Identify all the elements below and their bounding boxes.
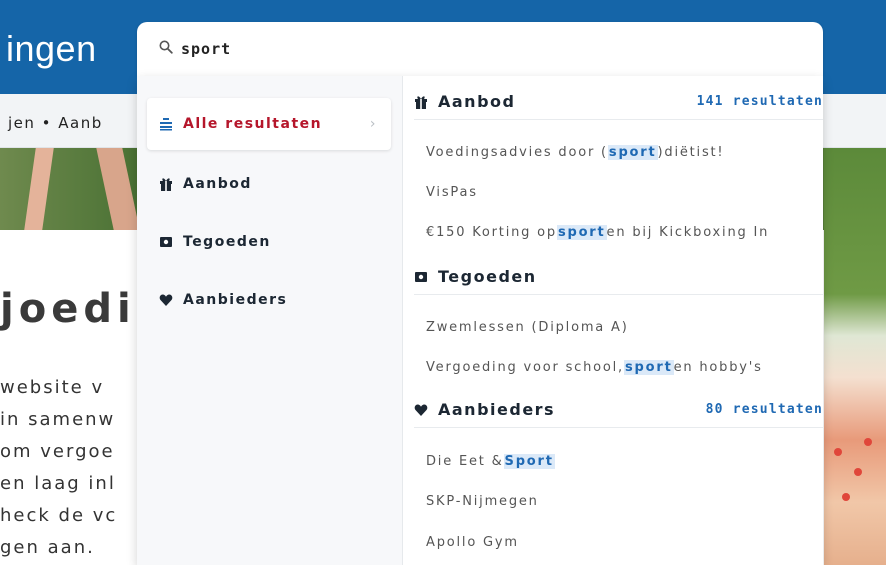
wallet-icon (160, 237, 172, 247)
heart-icon (414, 403, 428, 416)
result-item[interactable]: Voedingsadvies door (sport)diëtist! (426, 137, 823, 167)
result-text: €150 Korting op (426, 224, 557, 240)
section-count-link[interactable]: 141 resultaten (697, 94, 823, 109)
category-aanbieders[interactable]: Aanbieders (147, 274, 391, 326)
result-item[interactable]: Die Eet & Sport (426, 446, 823, 476)
result-item[interactable]: Apollo Gym (426, 527, 823, 557)
search-results-dropdown: Alle resultaten › Aanbod Tegoeden Aanbie… (137, 76, 823, 565)
result-item[interactable]: €150 Korting op sport en bij Kickboxing I… (426, 217, 823, 247)
section-header-aanbieders: Aanbieders 80 resultaten (414, 392, 823, 428)
result-item[interactable]: SKP-Nijmegen (426, 486, 823, 516)
result-highlight: sport (556, 224, 607, 240)
result-text: Zwemlessen (Diploma A) (426, 319, 629, 335)
result-text: en hobby's (673, 359, 763, 375)
result-highlight: Sport (503, 453, 555, 469)
site-title[interactable]: ingen (6, 28, 97, 70)
result-text: )diëtist! (657, 144, 725, 160)
section-title: Tegoeden (438, 267, 537, 286)
photo-detail (854, 468, 862, 476)
section-header-tegoeden: Tegoeden (414, 259, 823, 295)
intro-line: in samenw (0, 409, 116, 430)
result-text: Voedingsadvies door ( (426, 144, 608, 160)
result-highlight: sport (623, 359, 674, 375)
search-input[interactable] (181, 38, 781, 60)
category-label: Aanbieders (183, 292, 288, 308)
gift-icon (415, 95, 427, 109)
intro-line: gen aan. (0, 537, 95, 558)
gift-icon (160, 178, 172, 191)
result-text: Die Eet & (426, 453, 504, 469)
results-list: Aanbod 141 resultaten Voedingsadvies doo… (404, 76, 823, 565)
result-item[interactable]: Zwemlessen (Diploma A) (426, 312, 823, 342)
category-aanbod[interactable]: Aanbod (147, 158, 391, 210)
section-title: Aanbod (438, 92, 516, 111)
section-title: Aanbieders (438, 400, 556, 419)
category-label: Aanbod (183, 176, 252, 192)
section-count-link[interactable]: 80 resultaten (706, 402, 823, 417)
category-list: Alle resultaten › Aanbod Tegoeden Aanbie… (137, 76, 403, 565)
list-icon (160, 118, 172, 131)
photo-detail (864, 438, 872, 446)
result-text: Apollo Gym (426, 534, 519, 550)
intro-line: en laag inl (0, 473, 116, 494)
breadcrumb[interactable]: jen • Aanb (8, 114, 103, 132)
result-item[interactable]: VisPas (426, 177, 823, 207)
side-photo (824, 148, 886, 565)
section-header-aanbod: Aanbod 141 resultaten (414, 84, 823, 120)
category-tegoeden[interactable]: Tegoeden (147, 216, 391, 268)
result-text: SKP-Nijmegen (426, 493, 539, 509)
category-label: Alle resultaten (183, 116, 323, 132)
search-icon (159, 40, 173, 54)
page-heading: joedi (0, 286, 136, 332)
category-all-results[interactable]: Alle resultaten › (147, 98, 391, 150)
intro-line: website v (0, 377, 105, 398)
intro-line: om vergoe (0, 441, 115, 462)
search-bar (137, 22, 823, 76)
page-intro-text: website v in samenw om vergoe en laag in… (0, 372, 140, 564)
chevron-right-icon: › (369, 116, 377, 132)
heart-icon (159, 294, 173, 306)
result-highlight: sport (607, 144, 658, 160)
result-text: Vergoeding voor school, (426, 359, 624, 375)
category-label: Tegoeden (183, 234, 271, 250)
wallet-icon (415, 271, 427, 282)
result-text: VisPas (426, 184, 478, 200)
result-item[interactable]: Vergoeding voor school, sport en hobby's (426, 352, 823, 382)
result-text: en bij Kickboxing In (606, 224, 770, 240)
photo-detail (834, 448, 842, 456)
photo-detail (842, 493, 850, 501)
intro-line: heck de vc (0, 505, 118, 526)
